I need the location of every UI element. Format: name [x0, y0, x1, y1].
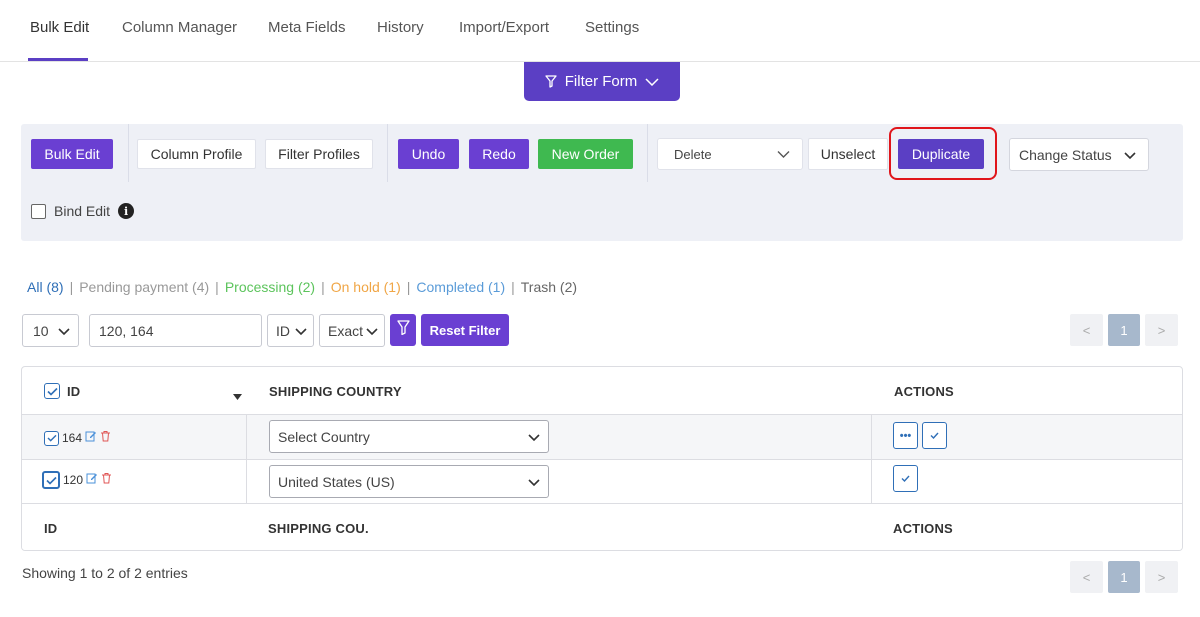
- bind-edit-option: Bind Edit i: [31, 203, 135, 219]
- table-row: 164 Select Country •••: [22, 414, 1182, 459]
- orders-table: ID SHIPPING COUNTRY ACTIONS 164 Select C…: [21, 366, 1183, 551]
- funnel-icon: [396, 320, 410, 340]
- ellipsis-icon: •••: [899, 429, 912, 442]
- filter-form-button[interactable]: Filter Form: [524, 62, 680, 101]
- check-icon: [930, 430, 939, 442]
- table-footer: ID SHIPPING COU. ACTIONS: [22, 503, 1182, 550]
- change-status-select[interactable]: Change Status: [1009, 138, 1149, 171]
- column-header-id[interactable]: ID: [67, 384, 80, 399]
- filter-form-label: Filter Form: [564, 73, 638, 90]
- trash-icon[interactable]: [100, 429, 111, 447]
- bind-edit-label: Bind Edit: [54, 203, 111, 219]
- footer-id: ID: [44, 521, 58, 536]
- per-page-select[interactable]: 10: [22, 314, 79, 347]
- search-input[interactable]: 120, 164: [89, 314, 262, 347]
- bind-edit-checkbox[interactable]: [31, 203, 46, 219]
- tab-import-export[interactable]: Import/Export: [459, 19, 549, 36]
- sort-down-icon[interactable]: [233, 387, 242, 405]
- more-actions-button[interactable]: •••: [893, 422, 918, 449]
- pager-next-button[interactable]: >: [1145, 314, 1178, 346]
- match-type-select[interactable]: Exact: [319, 314, 385, 347]
- change-status-value: Change Status: [1019, 146, 1112, 163]
- table-row: 120 United States (US): [22, 459, 1182, 504]
- order-status-filters: All (8) | Pending payment (4) | Processing (…: [27, 279, 578, 295]
- undo-button[interactable]: Undo: [398, 139, 459, 169]
- row-checkbox[interactable]: [44, 430, 59, 446]
- column-profile-button[interactable]: Column Profile: [137, 139, 256, 169]
- search-input-value: 120, 164: [99, 322, 154, 339]
- row-id: 120: [63, 473, 84, 487]
- delete-select[interactable]: Delete: [657, 138, 803, 170]
- chevron-down-icon: [1124, 147, 1136, 163]
- status-link-trash[interactable]: Trash (2): [521, 279, 577, 295]
- save-row-button[interactable]: [893, 465, 918, 492]
- chevron-down-icon: [777, 147, 790, 162]
- match-type-value: Exact: [328, 322, 364, 339]
- chevron-down-icon: [295, 323, 307, 339]
- row-select: 120: [42, 471, 112, 489]
- check-icon: [901, 473, 910, 485]
- duplicate-highlight: [889, 127, 997, 180]
- active-tab-indicator: [28, 58, 88, 61]
- shipping-country-select[interactable]: United States (US): [269, 465, 549, 498]
- status-link-all[interactable]: All (8): [27, 279, 64, 295]
- status-link-processing[interactable]: Processing (2): [225, 279, 315, 295]
- bulk-edit-button[interactable]: Bulk Edit: [31, 139, 113, 169]
- pager-current-page[interactable]: 1: [1108, 314, 1140, 346]
- toolbar-divider: [647, 124, 648, 182]
- footer-shipping-country: SHIPPING COU.: [268, 521, 369, 536]
- column-header-actions: ACTIONS: [894, 384, 954, 399]
- toolbar-divider: [387, 124, 388, 182]
- search-field-value: ID: [276, 322, 290, 339]
- delete-select-value: Delete: [674, 146, 712, 162]
- unselect-button[interactable]: Unselect: [808, 138, 888, 170]
- pager-prev-button[interactable]: <: [1070, 561, 1103, 593]
- new-order-button[interactable]: New Order: [538, 139, 633, 169]
- info-icon[interactable]: i: [118, 203, 135, 219]
- pager-current-page[interactable]: 1: [1108, 561, 1140, 593]
- filter-profiles-button[interactable]: Filter Profiles: [265, 139, 373, 169]
- trash-icon[interactable]: [101, 471, 112, 489]
- footer-actions: ACTIONS: [893, 521, 953, 536]
- redo-button[interactable]: Redo: [469, 139, 529, 169]
- row-checkbox[interactable]: [42, 471, 60, 489]
- tab-bulk-edit[interactable]: Bulk Edit: [30, 19, 89, 36]
- column-header-shipping-country[interactable]: SHIPPING COUNTRY: [269, 384, 402, 399]
- edit-icon[interactable]: [86, 471, 98, 489]
- shipping-country-value: United States (US): [278, 473, 395, 490]
- funnel-icon: [545, 75, 557, 88]
- save-row-button[interactable]: [922, 422, 947, 449]
- status-link-pending[interactable]: Pending payment (4): [79, 279, 209, 295]
- chevron-down-icon: [528, 474, 540, 490]
- edit-icon[interactable]: [85, 429, 97, 447]
- chevron-down-icon: [58, 323, 70, 339]
- shipping-country-select[interactable]: Select Country: [269, 420, 549, 453]
- toolbar-divider: [128, 124, 129, 182]
- reset-filter-button[interactable]: Reset Filter: [421, 314, 509, 346]
- row-select: 164: [44, 429, 111, 447]
- pager-prev-button[interactable]: <: [1070, 314, 1103, 346]
- pager-next-button[interactable]: >: [1145, 561, 1178, 593]
- select-all-checkbox[interactable]: [44, 383, 60, 399]
- row-id: 164: [62, 431, 83, 445]
- entries-summary: Showing 1 to 2 of 2 entries: [22, 565, 188, 581]
- tab-settings[interactable]: Settings: [585, 19, 639, 36]
- per-page-value: 10: [33, 322, 49, 339]
- tab-meta-fields[interactable]: Meta Fields: [268, 19, 346, 36]
- top-tabs: Bulk Edit Column Manager Meta Fields His…: [0, 0, 1200, 62]
- tab-column-manager[interactable]: Column Manager: [122, 19, 237, 36]
- status-link-on-hold[interactable]: On hold (1): [331, 279, 401, 295]
- chevron-down-icon: [366, 323, 378, 339]
- shipping-country-value: Select Country: [278, 428, 370, 445]
- chevron-down-icon: [528, 429, 540, 445]
- chevron-down-icon: [645, 77, 659, 86]
- tab-history[interactable]: History: [377, 19, 424, 36]
- search-field-select[interactable]: ID: [267, 314, 314, 347]
- status-link-completed[interactable]: Completed (1): [416, 279, 505, 295]
- apply-filter-button[interactable]: [390, 314, 416, 346]
